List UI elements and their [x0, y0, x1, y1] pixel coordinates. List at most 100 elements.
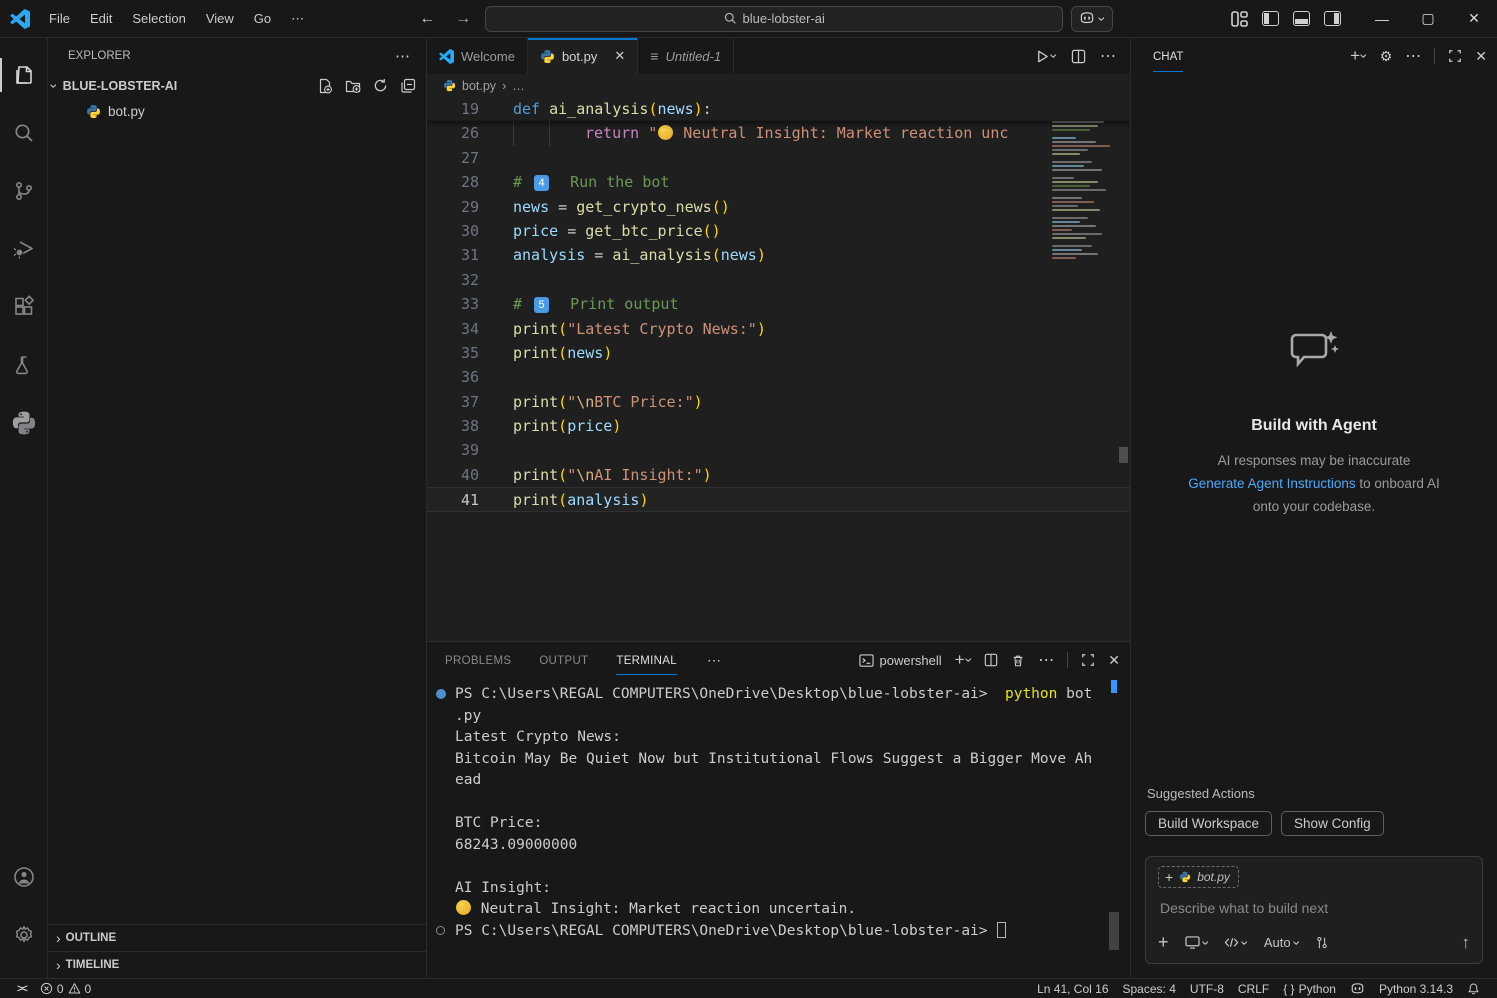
- tab-close-icon[interactable]: ✕: [614, 48, 625, 64]
- notifications-bell-icon[interactable]: [1460, 982, 1487, 996]
- shell-select[interactable]: powershell: [859, 653, 942, 668]
- remote-indicator[interactable]: ><: [10, 979, 33, 998]
- split-editor-icon[interactable]: [1071, 49, 1086, 64]
- eol-sequence[interactable]: CRLF: [1231, 982, 1276, 996]
- mode-select[interactable]: ›: [1224, 935, 1248, 951]
- timeline-section[interactable]: › TIMELINE: [48, 951, 426, 978]
- tab-terminal[interactable]: TERMINAL: [616, 646, 677, 675]
- menu-file[interactable]: File: [40, 7, 79, 30]
- search-view-icon[interactable]: [0, 110, 48, 156]
- tab-untitled[interactable]: ≡ Untitled-1: [638, 38, 734, 74]
- project-root-row[interactable]: › BLUE-LOBSTER-AI: [48, 74, 426, 98]
- send-icon[interactable]: ↑: [1462, 933, 1471, 953]
- outline-section[interactable]: › OUTLINE: [48, 924, 426, 951]
- split-terminal-icon[interactable]: [984, 653, 998, 667]
- code-editor[interactable]: 19def ai_analysis(news):26return " Neutr…: [427, 97, 1130, 641]
- editor-more-icon[interactable]: ⋯: [1100, 46, 1116, 66]
- close-button[interactable]: ✕: [1451, 0, 1497, 37]
- tab-welcome[interactable]: Welcome: [427, 38, 528, 74]
- tab-output[interactable]: OUTPUT: [539, 646, 588, 674]
- chat-maximize-icon[interactable]: [1448, 49, 1462, 63]
- build-workspace-button[interactable]: Build Workspace: [1145, 811, 1272, 836]
- panel-more-icon[interactable]: ⋯: [1038, 650, 1054, 670]
- chat-settings-gear-icon[interactable]: ⚙: [1380, 48, 1393, 65]
- braces-icon: { }: [1283, 982, 1294, 996]
- tab-label: bot.py: [562, 49, 597, 64]
- copilot-status-icon[interactable]: [1343, 983, 1372, 995]
- chat-sub-text2: onto your codebase.: [1253, 499, 1375, 514]
- editor-scrollbar[interactable]: [1116, 97, 1130, 641]
- minimize-button[interactable]: —: [1359, 0, 1405, 37]
- account-icon[interactable]: [0, 854, 48, 900]
- context-chip[interactable]: + bot.py: [1158, 866, 1239, 888]
- tab-label: Untitled-1: [665, 49, 721, 64]
- close-panel-icon[interactable]: ✕: [1108, 652, 1120, 669]
- attach-icon[interactable]: +: [1158, 932, 1169, 953]
- configure-tools-icon[interactable]: [1315, 936, 1329, 950]
- maximize-panel-icon[interactable]: [1081, 653, 1095, 667]
- cursor-position[interactable]: Ln 41, Col 16: [1030, 982, 1115, 996]
- terminal[interactable]: PS C:\Users\REGAL COMPUTERS\OneDrive\Des…: [427, 678, 1130, 978]
- minimap[interactable]: [1046, 97, 1116, 265]
- refresh-icon[interactable]: [373, 78, 388, 94]
- copilot-icon: [1079, 12, 1095, 25]
- chevron-down-icon: ›: [1238, 940, 1254, 945]
- new-terminal-button[interactable]: + ›: [955, 650, 972, 670]
- new-chat-button[interactable]: + ›: [1350, 46, 1367, 66]
- terminal-scrollbar[interactable]: [1109, 912, 1119, 950]
- encoding[interactable]: UTF-8: [1183, 982, 1231, 996]
- python-view-icon[interactable]: [0, 400, 48, 446]
- file-item-botpy[interactable]: bot.py: [48, 98, 426, 124]
- toggle-secondary-sidebar-icon[interactable]: [1324, 11, 1341, 26]
- command-center-search[interactable]: blue-lobster-ai: [485, 6, 1063, 32]
- maximize-button[interactable]: ▢: [1405, 0, 1451, 37]
- chat-more-icon[interactable]: ⋯: [1405, 46, 1421, 66]
- new-folder-icon[interactable]: [345, 78, 361, 94]
- chat-close-icon[interactable]: ✕: [1475, 48, 1487, 65]
- python-file-icon: [540, 49, 555, 64]
- breadcrumb[interactable]: bot.py › …: [427, 74, 1130, 97]
- forward-arrow-icon[interactable]: →: [449, 10, 477, 28]
- problems-status[interactable]: 0 0: [33, 979, 98, 998]
- show-config-button[interactable]: Show Config: [1281, 811, 1384, 836]
- session-target-select[interactable]: ›: [1185, 935, 1209, 951]
- tab-problems[interactable]: PROBLEMS: [445, 646, 511, 674]
- new-file-icon[interactable]: [317, 78, 333, 94]
- testing-icon[interactable]: [0, 342, 48, 388]
- menu-go[interactable]: Go: [245, 7, 280, 30]
- back-arrow-icon[interactable]: ←: [413, 10, 441, 28]
- language-mode[interactable]: { } Python: [1276, 982, 1343, 996]
- toggle-primary-sidebar-icon[interactable]: [1262, 11, 1279, 26]
- model-select[interactable]: Auto ›: [1264, 935, 1299, 951]
- activity-bar: [0, 38, 48, 978]
- collapse-all-icon[interactable]: [400, 78, 416, 94]
- explorer-icon[interactable]: [0, 52, 48, 98]
- chat-input-placeholder[interactable]: Describe what to build next: [1160, 900, 1468, 916]
- menu-edit[interactable]: Edit: [81, 7, 121, 30]
- menu-more[interactable]: ⋯: [282, 7, 313, 31]
- settings-gear-icon[interactable]: [0, 912, 48, 958]
- source-control-icon[interactable]: [0, 168, 48, 214]
- explorer-more-icon[interactable]: ⋯: [395, 47, 410, 65]
- extensions-icon[interactable]: [0, 284, 48, 330]
- model-label: Auto: [1264, 935, 1291, 950]
- kill-terminal-icon[interactable]: [1011, 653, 1025, 668]
- run-python-button[interactable]: ›: [1035, 48, 1057, 64]
- toggle-panel-icon[interactable]: [1293, 11, 1310, 26]
- chevron-down-icon: ›: [1047, 54, 1063, 59]
- run-debug-icon[interactable]: [0, 226, 48, 272]
- customize-layout-icon[interactable]: [1231, 11, 1248, 27]
- panel-tabs-more-icon[interactable]: ⋯: [707, 652, 721, 669]
- copilot-button[interactable]: ›: [1071, 6, 1113, 32]
- error-icon: [40, 982, 53, 995]
- chat-input-box[interactable]: + bot.py Describe what to build next + ›: [1145, 856, 1483, 964]
- menu-selection[interactable]: Selection: [123, 7, 194, 30]
- menu-view[interactable]: View: [197, 7, 243, 30]
- generate-instructions-link[interactable]: Generate Agent Instructions: [1188, 476, 1355, 491]
- indentation[interactable]: Spaces: 4: [1116, 982, 1183, 996]
- error-count: 0: [57, 982, 64, 996]
- vscode-window: File Edit Selection View Go ⋯ ← → blue-l…: [0, 0, 1497, 998]
- python-interpreter[interactable]: Python 3.14.3: [1372, 982, 1460, 996]
- tab-botpy[interactable]: bot.py ✕: [528, 38, 638, 74]
- chat-tab[interactable]: CHAT: [1153, 41, 1183, 72]
